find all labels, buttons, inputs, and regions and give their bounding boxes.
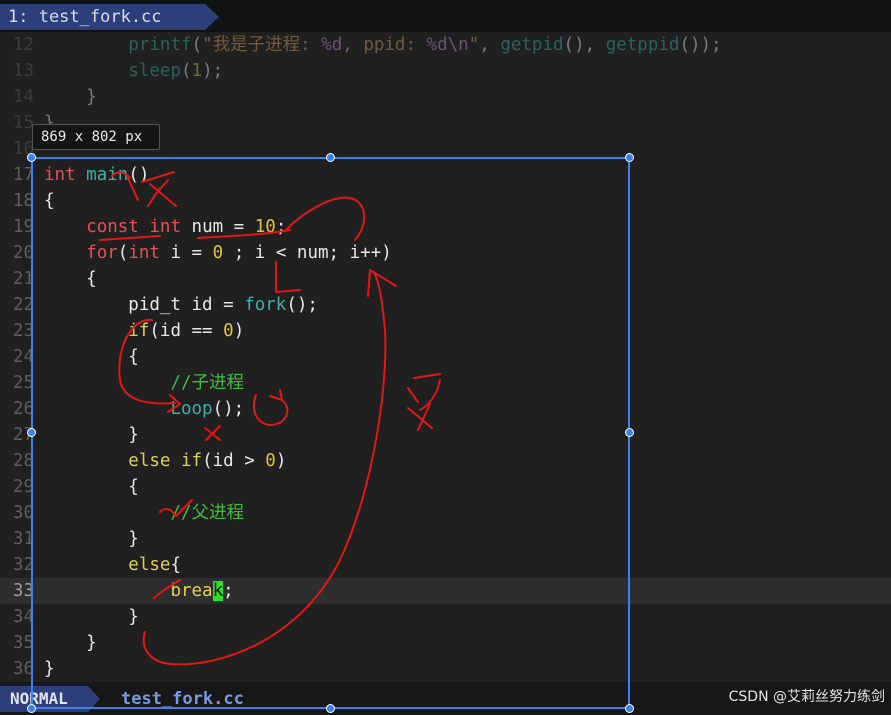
annotation-check-break: [153, 579, 181, 599]
annotation-fu-right: [407, 373, 441, 431]
annotation-circle-arrow: [253, 389, 289, 426]
annotation-fu-near-main: [111, 171, 177, 207]
annotation-underline-num: [99, 229, 291, 241]
annotation-down-arrow-fork: [275, 261, 301, 293]
annotation-big-return-curve: [142, 269, 397, 666]
annotation-loop-arrow: [285, 196, 366, 241]
annotation-check-parent: [159, 499, 193, 517]
annotation-left-bracket: [118, 318, 181, 413]
handwritten-annotations: [99, 171, 441, 666]
annotation-x-mark: [204, 425, 221, 441]
